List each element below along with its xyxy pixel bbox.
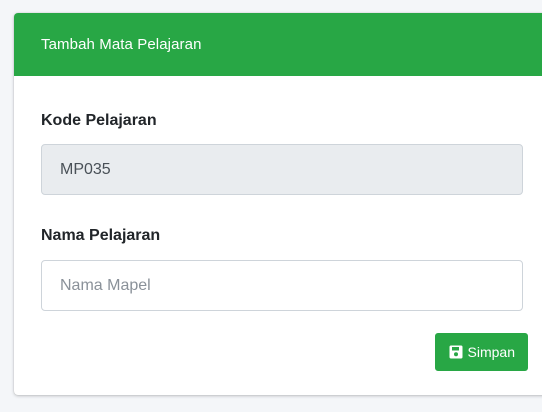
save-button-label: Simpan [467,344,515,360]
form-actions: Simpan [41,333,534,371]
save-button[interactable]: Simpan [434,333,528,371]
card-body: Kode Pelajaran MP035 Nama Pelajaran Simp… [14,112,542,371]
card-title: Tambah Mata Pelajaran [41,36,202,53]
kode-pelajaran-label: Kode Pelajaran [41,112,157,129]
card-header: Tambah Mata Pelajaran [14,13,542,76]
nama-pelajaran-label: Nama Pelajaran [41,227,161,244]
save-icon [449,345,463,359]
nama-pelajaran-input[interactable] [41,260,523,311]
add-subject-card: Tambah Mata Pelajaran Kode Pelajaran MP0… [14,13,542,395]
kode-pelajaran-field: MP035 [41,144,523,195]
